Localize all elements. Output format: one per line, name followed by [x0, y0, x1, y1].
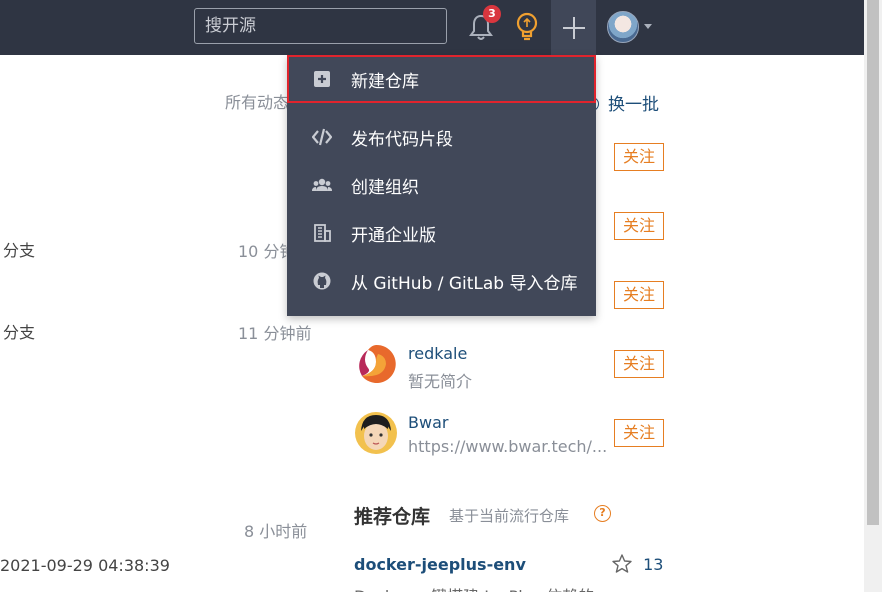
- repo-name-link[interactable]: docker-jeeplus-env: [354, 555, 526, 574]
- feed-item-text: 分支: [3, 241, 36, 260]
- plus-icon: [563, 17, 585, 39]
- feed-item-time: 8 小时前: [244, 522, 308, 541]
- menu-item-create-org[interactable]: 创建组织: [287, 161, 596, 209]
- chevron-down-icon[interactable]: [644, 24, 652, 29]
- recommended-repos-title: 推荐仓库: [354, 506, 431, 528]
- user-avatar-redkale[interactable]: [354, 342, 398, 386]
- star-count: 13: [643, 555, 664, 574]
- code-icon: [312, 128, 332, 146]
- follow-button[interactable]: 关注: [614, 281, 664, 309]
- menu-item-publish-snippet[interactable]: 发布代码片段: [287, 113, 596, 161]
- top-navbar: 3: [0, 0, 864, 55]
- feed-item-text: 分支: [3, 323, 36, 342]
- menu-item-label: 新建仓库: [351, 72, 419, 92]
- users-icon: [312, 178, 332, 191]
- repo-star-count[interactable]: 13: [612, 554, 663, 574]
- refresh-label: 换一批: [608, 95, 659, 115]
- user-avatar[interactable]: [607, 11, 639, 43]
- menu-item-label: 发布代码片段: [351, 130, 453, 150]
- menu-item-label: 开通企业版: [351, 226, 436, 246]
- menu-item-new-repo[interactable]: 新建仓库: [287, 55, 596, 103]
- star-icon: [612, 554, 632, 573]
- create-new-button[interactable]: [551, 0, 596, 55]
- search-input[interactable]: [194, 8, 447, 44]
- feed-item-time: 11 分钟前: [238, 324, 312, 343]
- scrollbar-thumb[interactable]: [867, 0, 879, 525]
- building-icon: [314, 224, 331, 242]
- refresh-button[interactable]: 换一批: [585, 90, 659, 115]
- follow-button[interactable]: 关注: [614, 350, 664, 378]
- menu-item-enterprise[interactable]: 开通企业版: [287, 209, 596, 257]
- plus-square-icon: [314, 71, 330, 87]
- user-avatar-bwar[interactable]: [354, 411, 398, 455]
- recommended-repos-subtitle: 基于当前流行仓库: [449, 507, 570, 525]
- help-icon[interactable]: ?: [594, 505, 611, 522]
- user-bio: 暂无简介: [408, 372, 473, 391]
- follow-button[interactable]: 关注: [614, 212, 664, 240]
- menu-item-import-repo[interactable]: 从 GitHub / GitLab 导入仓库: [287, 257, 596, 305]
- user-bio[interactable]: https://www.bwar.tech/...: [408, 437, 607, 456]
- follow-button[interactable]: 关注: [614, 143, 664, 171]
- lightbulb-icon[interactable]: [514, 11, 540, 43]
- feed-filter[interactable]: 所有动态: [225, 89, 289, 113]
- repo-description: Docker 一键搭建 JeePlus 依赖的...: [354, 583, 610, 592]
- notification-badge: 3: [483, 5, 501, 23]
- feed-item-timestamp: 2021-09-29 04:38:39: [0, 556, 170, 575]
- menu-item-label: 创建组织: [351, 178, 419, 198]
- user-name[interactable]: redkale: [408, 344, 467, 363]
- create-dropdown-menu: 新建仓库 发布代码片段 创建组织 开通企业版 从 GitHub / GitLab…: [287, 55, 596, 316]
- user-name[interactable]: Bwar: [408, 413, 448, 432]
- menu-item-label: 从 GitHub / GitLab 导入仓库: [351, 274, 578, 294]
- follow-button[interactable]: 关注: [614, 419, 664, 447]
- github-icon: [313, 272, 331, 290]
